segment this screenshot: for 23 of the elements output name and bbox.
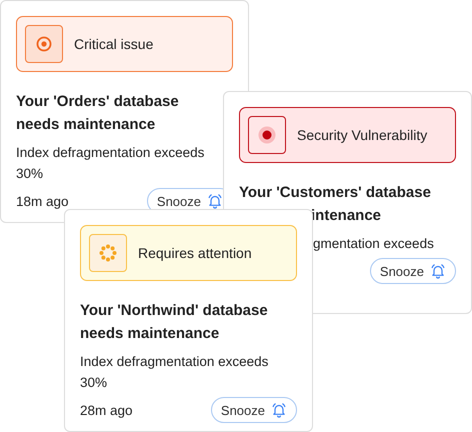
card-title: Your 'Orders' database xyxy=(16,92,180,112)
target-icon xyxy=(36,36,52,52)
card-description: Index defragmentation exceeds xyxy=(16,144,206,162)
severity-label: Security Vulnerability xyxy=(297,127,428,143)
card-title: Your 'Northwind' database xyxy=(80,301,269,321)
card-description: 30% xyxy=(80,374,108,392)
timestamp: 18m ago xyxy=(16,194,69,208)
bell-icon xyxy=(430,263,446,279)
dotted-ring-icon xyxy=(99,244,117,262)
card-title: needs maintenance xyxy=(16,115,156,135)
alert-dot-icon xyxy=(258,126,276,144)
card-description: 30% xyxy=(16,165,44,183)
bell-icon xyxy=(207,193,223,209)
timestamp: 28m ago xyxy=(80,402,133,418)
card-title: intenance xyxy=(310,206,382,226)
snooze-button[interactable]: Snooze xyxy=(370,258,456,284)
card-description: Index defragmentation exceeds xyxy=(80,353,270,371)
severity-label: Critical issue xyxy=(74,36,154,52)
card-title: needs maintenance xyxy=(80,324,220,344)
severity-label: Requires attention xyxy=(138,245,252,261)
bell-icon xyxy=(271,402,287,418)
snooze-button[interactable]: Snooze xyxy=(210,397,297,423)
card-title: Your 'Customers' database xyxy=(239,183,432,203)
